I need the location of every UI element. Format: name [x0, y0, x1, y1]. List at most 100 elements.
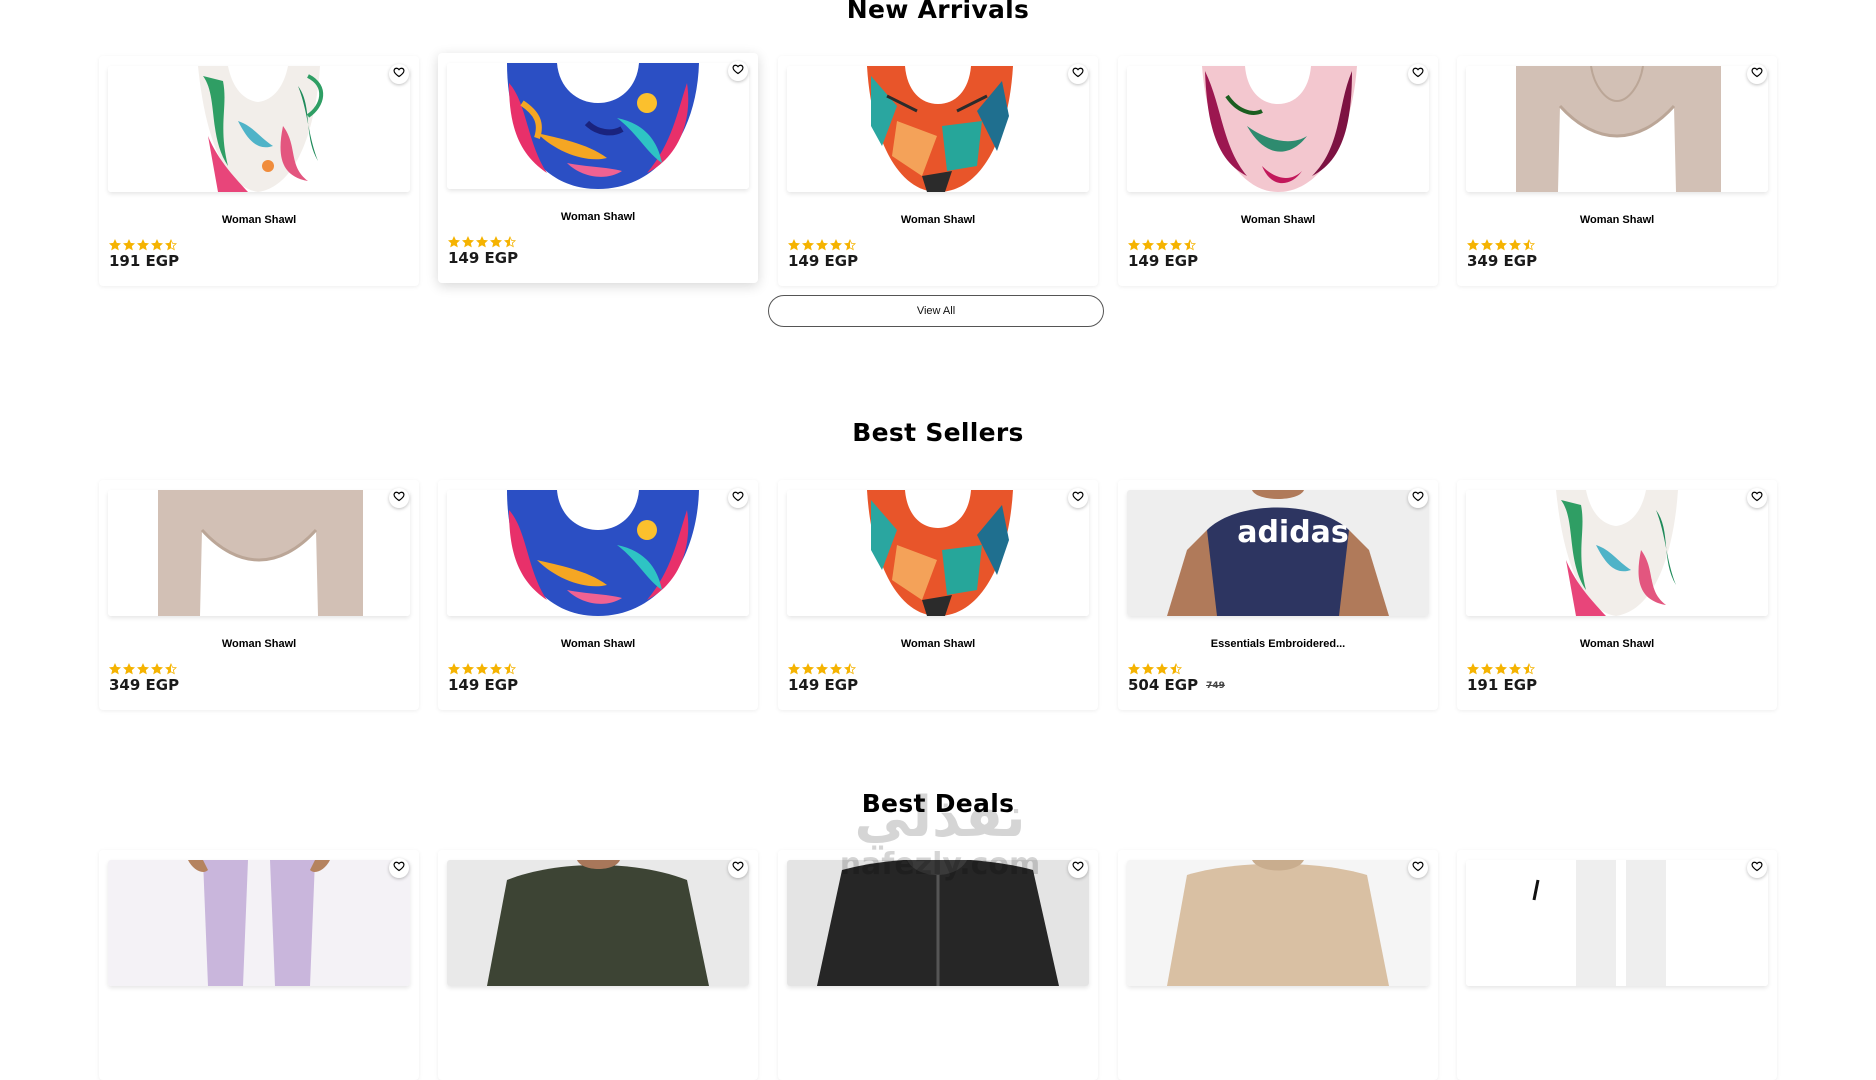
new-arrivals-row: Woman Shawl 191 EGP Woman Shawl 149 EGP … — [0, 53, 1876, 286]
product-image[interactable] — [1127, 860, 1429, 986]
product-card[interactable] — [1457, 850, 1777, 1080]
favorite-button[interactable] — [728, 61, 748, 81]
star-icon — [122, 662, 136, 675]
product-name[interactable]: Woman Shawl — [778, 214, 1098, 226]
product-name[interactable]: Woman Shawl — [1457, 214, 1777, 226]
product-price: 191 EGP — [1467, 676, 1538, 694]
product-image[interactable] — [1127, 66, 1429, 192]
product-name[interactable]: Woman Shawl — [99, 214, 419, 226]
product-card[interactable]: Woman Shawl 149 EGP — [778, 480, 1098, 710]
favorite-button[interactable] — [1408, 488, 1428, 508]
product-image[interactable] — [447, 63, 749, 189]
product-card[interactable]: Woman Shawl 349 EGP — [99, 480, 419, 710]
star-half-icon — [843, 662, 857, 675]
heart-outline-icon — [1072, 489, 1084, 507]
product-image[interactable] — [787, 490, 1089, 616]
rating-stars — [1127, 662, 1183, 675]
heart-outline-icon — [1412, 65, 1424, 83]
rating-stars — [108, 238, 178, 251]
best-sellers-row: Woman Shawl 349 EGP Woman Shawl 149 EGP … — [0, 480, 1876, 710]
rating-stars — [447, 662, 517, 675]
product-name[interactable]: Woman Shawl — [1457, 638, 1777, 650]
section-title-best-deals: Best Deals — [861, 789, 1015, 818]
favorite-button[interactable] — [1747, 64, 1767, 84]
star-icon — [150, 662, 164, 675]
product-image[interactable] — [787, 66, 1089, 192]
product-card[interactable]: Woman Shawl 149 EGP — [438, 480, 758, 710]
product-card[interactable]: Woman Shawl 191 EGP — [1457, 480, 1777, 710]
star-icon — [829, 238, 843, 251]
favorite-button[interactable] — [1408, 64, 1428, 84]
rating-stars — [787, 662, 857, 675]
product-image[interactable] — [1466, 66, 1768, 192]
product-price: 191 EGP — [109, 252, 180, 270]
rating-stars — [1127, 238, 1197, 251]
product-card[interactable] — [778, 850, 1098, 1080]
best-deals-row — [0, 850, 1876, 1080]
favorite-button[interactable] — [389, 488, 409, 508]
product-image[interactable] — [447, 490, 749, 616]
product-card[interactable]: Woman Shawl 149 EGP — [438, 53, 758, 283]
star-icon — [489, 662, 503, 675]
favorite-button[interactable] — [1408, 858, 1428, 878]
star-icon — [1169, 238, 1183, 251]
product-card[interactable] — [438, 850, 758, 1080]
view-all-button[interactable]: View All — [768, 295, 1104, 327]
product-image[interactable] — [108, 66, 410, 192]
star-icon — [815, 238, 829, 251]
star-half-icon — [503, 235, 517, 248]
product-card[interactable]: adidas Essentials Embroidered... 504 EGP… — [1118, 480, 1438, 710]
product-card[interactable] — [99, 850, 419, 1080]
star-icon — [1480, 662, 1494, 675]
product-name[interactable]: Woman Shawl — [1118, 214, 1438, 226]
product-card[interactable]: Woman Shawl 191 EGP — [99, 56, 419, 286]
star-icon — [787, 238, 801, 251]
product-name[interactable]: Woman Shawl — [438, 211, 758, 223]
product-name[interactable]: Woman Shawl — [778, 638, 1098, 650]
product-price: 149 EGP — [448, 249, 519, 267]
product-image[interactable] — [787, 860, 1089, 986]
favorite-button[interactable] — [728, 488, 748, 508]
product-price: 149 EGP — [448, 676, 519, 694]
star-half-icon — [1522, 662, 1536, 675]
star-icon — [829, 662, 843, 675]
product-image[interactable] — [108, 860, 410, 986]
favorite-button[interactable] — [389, 64, 409, 84]
product-image[interactable]: adidas — [1127, 490, 1429, 616]
product-image[interactable] — [1466, 490, 1768, 616]
star-icon — [1155, 238, 1169, 251]
product-image[interactable] — [1466, 860, 1768, 986]
product-name[interactable]: Woman Shawl — [438, 638, 758, 650]
star-icon — [1141, 662, 1155, 675]
favorite-button[interactable] — [1747, 488, 1767, 508]
rating-stars — [108, 662, 178, 675]
favorite-button[interactable] — [389, 858, 409, 878]
product-image[interactable] — [108, 490, 410, 616]
favorite-button[interactable] — [1068, 858, 1088, 878]
star-icon — [1508, 238, 1522, 251]
product-image[interactable] — [447, 860, 749, 986]
heart-outline-icon — [1412, 489, 1424, 507]
favorite-button[interactable] — [1068, 488, 1088, 508]
rating-stars — [787, 238, 857, 251]
product-name[interactable]: Essentials Embroidered... — [1118, 638, 1438, 650]
heart-outline-icon — [393, 489, 405, 507]
heart-outline-icon — [393, 859, 405, 877]
favorite-button[interactable] — [1068, 64, 1088, 84]
product-card[interactable] — [1118, 850, 1438, 1080]
product-name[interactable]: Woman Shawl — [99, 638, 419, 650]
product-price: 149 EGP — [788, 676, 859, 694]
product-card[interactable]: Woman Shawl 149 EGP — [778, 56, 1098, 286]
favorite-button[interactable] — [1747, 858, 1767, 878]
favorite-button[interactable] — [728, 858, 748, 878]
heart-outline-icon — [1412, 859, 1424, 877]
product-price: 349 EGP — [1467, 252, 1538, 270]
star-icon — [815, 662, 829, 675]
product-card[interactable]: Woman Shawl 149 EGP — [1118, 56, 1438, 286]
heart-outline-icon — [732, 489, 744, 507]
star-icon — [150, 238, 164, 251]
star-icon — [801, 238, 815, 251]
heart-outline-icon — [1072, 65, 1084, 83]
product-card[interactable]: Woman Shawl 349 EGP — [1457, 56, 1777, 286]
star-icon — [122, 238, 136, 251]
